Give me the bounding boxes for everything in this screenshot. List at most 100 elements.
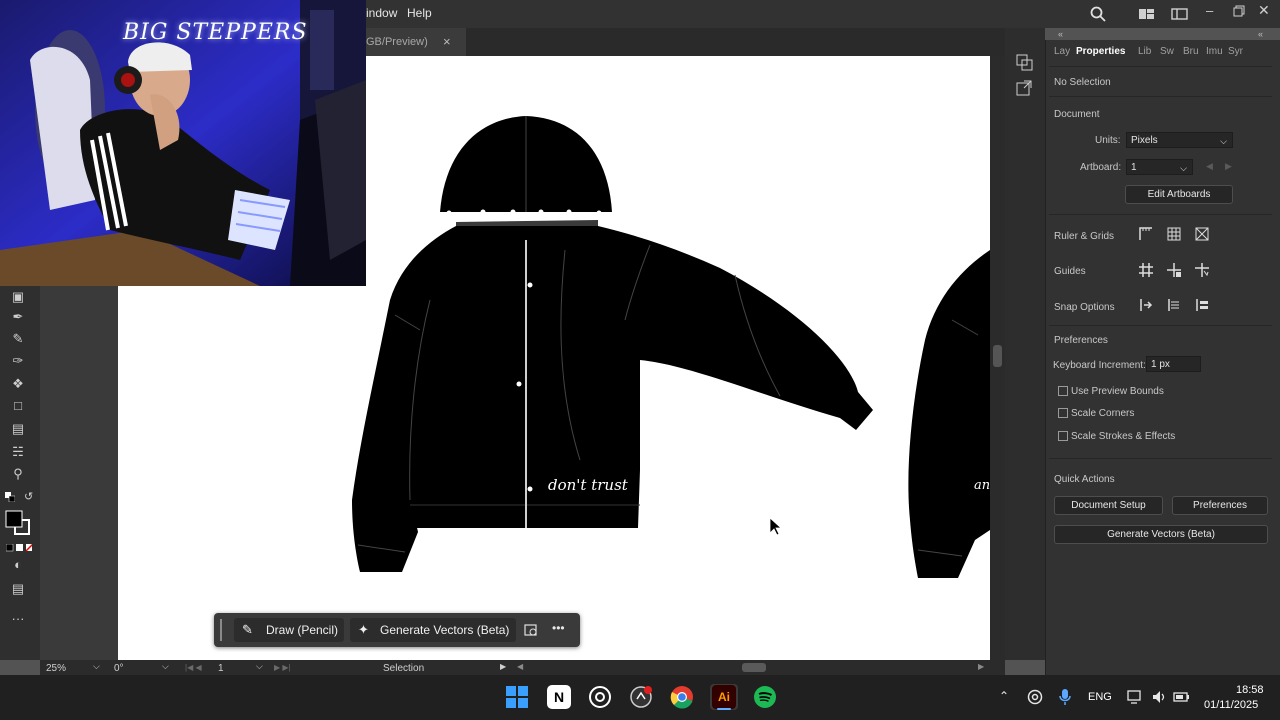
scale-strokes-checkbox[interactable] [1058,431,1068,441]
document-setup-button[interactable]: Document Setup [1054,496,1163,515]
units-dropdown[interactable]: Pixels ⌵ [1126,132,1233,148]
scale-corners-checkbox[interactable] [1058,408,1068,418]
previous-artboard-icon[interactable]: ◀ [1206,161,1213,172]
clock-time[interactable]: 18:58 [1236,684,1264,696]
paintbrush-tool-icon[interactable]: ✒ [8,308,28,326]
scroll-left-icon[interactable]: ◀ [517,662,523,671]
edit-toolbar-icon[interactable]: ··· [8,610,28,628]
drag-handle[interactable] [220,619,226,641]
search-icon[interactable] [1089,5,1107,23]
chrome-icon[interactable] [670,685,694,709]
menu-window[interactable]: indow [366,6,397,20]
chevron-down-icon[interactable]: ⌵ [162,661,169,672]
close-window-icon[interactable]: ✕ [1258,2,1272,18]
slice-tool-icon[interactable]: ☵ [8,443,28,461]
horizontal-scroll-thumb[interactable] [742,663,766,672]
rotation-value[interactable]: 0° [114,663,124,674]
microphone-icon[interactable] [1058,688,1072,706]
close-tab-icon[interactable]: × [443,34,451,49]
snap-to-pixel-icon[interactable] [1165,297,1183,315]
neon-sign-text: BIG STEPPERS [123,20,308,45]
workspace-switcher-icon[interactable] [1171,7,1189,21]
language-indicator[interactable]: ENG [1088,691,1112,703]
network-icon[interactable] [1127,689,1143,705]
snap-to-point-icon[interactable] [1137,297,1155,315]
ruler-icon[interactable] [1137,226,1155,244]
image-settings-icon[interactable] [524,623,538,637]
more-options-icon[interactable]: ••• [552,621,565,635]
rectangle-tool-icon[interactable]: ▣ [8,288,28,306]
guides-show-icon[interactable] [1137,262,1155,280]
use-preview-bounds-checkbox[interactable] [1058,386,1068,396]
generate-vectors-panel-button[interactable]: Generate Vectors (Beta) [1054,525,1268,544]
screen-mode-icon[interactable]: ▤ [8,580,28,598]
pencil-tool-icon[interactable]: ✎ [8,330,28,348]
notion-icon[interactable]: N [547,685,571,709]
smart-guides-icon[interactable] [1193,262,1211,280]
zoom-level[interactable]: 25% [46,663,66,674]
next-artboard-icon[interactable]: ▶ [1225,161,1232,172]
shaper-tool-icon[interactable]: ✑ [8,352,28,370]
fill-stroke-swatch[interactable] [5,510,31,536]
snap-to-glyph-icon[interactable] [1193,297,1211,315]
scroll-right-icon[interactable]: ▶ [978,662,984,671]
battery-icon[interactable] [1173,689,1191,705]
windows-start-icon[interactable] [506,686,528,708]
spotify-icon[interactable] [753,685,777,709]
artboard-dropdown[interactable]: 1 ⌵ [1126,159,1193,175]
shape-builder-tool-icon[interactable]: ❖ [8,375,28,393]
preferences-button[interactable]: Preferences [1172,496,1268,515]
tab-properties[interactable]: Properties [1076,46,1125,57]
export-panel-icon[interactable] [1014,78,1036,98]
ruler-grids-label: Ruler & Grids [1054,231,1115,242]
status-menu-icon[interactable]: ▶ [500,662,506,671]
snap-options-label: Snap Options [1054,302,1115,313]
zoom-tool-icon[interactable]: ⚲ [8,465,28,483]
vertical-scroll-thumb[interactable] [993,345,1002,367]
tab-image-trace[interactable]: Imu [1206,46,1223,57]
artboard-tool-icon[interactable]: □ [8,397,28,415]
tab-layers[interactable]: Lay [1054,46,1070,57]
grid-icon[interactable] [1165,226,1183,244]
tab-symbols[interactable]: Syr [1228,46,1243,57]
chatgpt-icon[interactable] [588,685,612,709]
clock-date[interactable]: 01/11/2025 [1204,699,1258,711]
chevron-down-icon[interactable]: ⌵ [93,661,100,672]
collapse-panel-icon[interactable]: « [1258,29,1263,39]
panel-toggle-icon[interactable] [1014,52,1036,72]
volume-icon[interactable] [1151,689,1167,705]
color-mode-icons[interactable] [5,543,34,552]
swap-colors-icon[interactable]: ↺ [24,490,33,503]
artboard-number[interactable]: 1 [218,663,224,674]
collapse-strip-icon[interactable]: « [1058,29,1063,39]
tab-brushes[interactable]: Bru [1183,46,1199,57]
chevron-down-icon[interactable]: ⌵ [256,661,263,672]
graph-tool-icon[interactable]: ▤ [8,420,28,438]
document-tab[interactable]: GB/Preview) × [366,28,466,56]
show-hidden-icons-icon[interactable]: ⌃ [999,689,1009,703]
first-artboard-icon[interactable]: |◀ ◀ [185,663,202,672]
keyboard-increment-input[interactable]: 1 px [1146,356,1201,372]
current-tool-status[interactable]: Selection [383,663,424,674]
menu-help[interactable]: Help [407,6,432,20]
last-artboard-icon[interactable]: ▶ ▶| [274,663,291,672]
generate-vectors-icon: ✦ [358,622,369,637]
guides-lock-icon[interactable] [1165,262,1183,280]
recording-app-icon[interactable] [629,685,653,709]
transparency-grid-icon[interactable] [1193,226,1211,244]
generate-vectors-button[interactable]: ✦ Generate Vectors (Beta) [350,618,516,642]
guides-label: Guides [1054,266,1086,277]
edit-artboards-button[interactable]: Edit Artboards [1125,185,1233,204]
drawing-mode-icon[interactable]: ◐ [8,556,28,574]
restore-icon[interactable] [1232,4,1246,18]
pencil-icon: ✎ [242,622,253,637]
illustrator-taskbar-button[interactable]: Ai [710,684,738,710]
contextual-task-bar: ✎ Draw (Pencil) ✦ Generate Vectors (Beta… [214,613,580,647]
tab-libraries[interactable]: Lib [1138,46,1151,57]
arrange-documents-icon[interactable] [1138,7,1156,21]
minimize-icon[interactable]: – [1206,3,1220,19]
draw-pencil-button[interactable]: ✎ Draw (Pencil) [234,618,344,642]
tab-swatches[interactable]: Sw [1160,46,1174,57]
default-colors-icon[interactable] [5,492,16,503]
chatgpt-tray-icon[interactable] [1027,689,1043,705]
